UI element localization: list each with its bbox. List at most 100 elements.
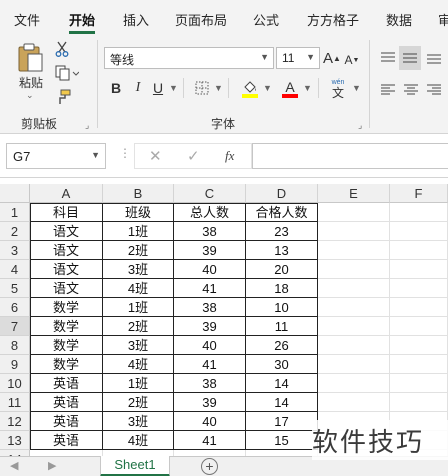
row-header-8[interactable]: 8 — [0, 336, 30, 355]
insert-function-button[interactable]: fx — [225, 148, 234, 164]
cell-f10[interactable] — [390, 374, 448, 393]
row-header-4[interactable]: 4 — [0, 260, 30, 279]
row-header-10[interactable]: 10 — [0, 374, 30, 393]
cell-d7[interactable]: 11 — [246, 317, 318, 336]
cell-d11[interactable]: 14 — [246, 393, 318, 412]
row-header-3[interactable]: 3 — [0, 241, 30, 260]
align-left-icon[interactable] — [378, 80, 398, 100]
cell-e11[interactable] — [318, 393, 390, 412]
cell-f1[interactable] — [390, 203, 448, 222]
add-sheet-button[interactable]: + — [201, 458, 218, 475]
cell-c12[interactable]: 40 — [174, 412, 246, 431]
cell-b6[interactable]: 1班 — [103, 298, 174, 317]
cell-c13[interactable]: 41 — [174, 431, 246, 450]
cell-e7[interactable] — [318, 317, 390, 336]
cell-f4[interactable] — [390, 260, 448, 279]
cell-e6[interactable] — [318, 298, 390, 317]
chevron-down-icon[interactable]: ▼ — [263, 83, 272, 93]
cell-b12[interactable]: 3班 — [103, 412, 174, 431]
cell-a6[interactable]: 数学 — [30, 298, 103, 317]
chevron-down-icon[interactable]: ▼ — [169, 83, 178, 93]
cell-c4[interactable]: 40 — [174, 260, 246, 279]
row-header-2[interactable]: 2 — [0, 222, 30, 241]
cell-e2[interactable] — [318, 222, 390, 241]
paste-button[interactable]: 粘贴 — [19, 74, 43, 91]
cell-b13[interactable]: 4班 — [103, 431, 174, 450]
cell-f3[interactable] — [390, 241, 448, 260]
cell-e8[interactable] — [318, 336, 390, 355]
cell-a2[interactable]: 语文 — [30, 222, 103, 241]
chevron-down-icon[interactable]: ▼ — [352, 83, 361, 93]
cell-a12[interactable]: 英语 — [30, 412, 103, 431]
column-header-e[interactable]: E — [318, 184, 390, 203]
bold-button[interactable]: B — [108, 79, 124, 97]
font-launcher-icon[interactable]: ⌟ — [358, 120, 362, 131]
worksheet-grid[interactable]: A B C D E F 1 科目 班级 总人数 合格人数 2 语文 1班 38 23 3 语文 2班 39 13 4 语文 3… — [0, 184, 448, 469]
cell-d12[interactable]: 17 — [246, 412, 318, 431]
menu-item-formulas[interactable]: 公式 — [253, 10, 279, 29]
cell-e3[interactable] — [318, 241, 390, 260]
cell-e9[interactable] — [318, 355, 390, 374]
cell-c6[interactable]: 38 — [174, 298, 246, 317]
font-size-select[interactable]: 11 ▼ — [276, 47, 320, 69]
align-center-icon[interactable] — [401, 80, 421, 100]
cell-f7[interactable] — [390, 317, 448, 336]
row-header-11[interactable]: 11 — [0, 393, 30, 412]
copy-icon[interactable] — [54, 64, 80, 82]
cell-c9[interactable]: 41 — [174, 355, 246, 374]
chevron-right-icon[interactable]: ▶ — [48, 459, 56, 472]
cell-a4[interactable]: 语文 — [30, 260, 103, 279]
cell-c1[interactable]: 总人数 — [174, 203, 246, 222]
cell-b1[interactable]: 班级 — [103, 203, 174, 222]
menu-item-data[interactable]: 数据 — [386, 10, 412, 29]
cell-b8[interactable]: 3班 — [103, 336, 174, 355]
chevron-left-icon[interactable]: ◀ — [10, 459, 18, 472]
cell-d9[interactable]: 30 — [246, 355, 318, 374]
cut-icon[interactable] — [54, 40, 70, 58]
format-painter-icon[interactable] — [54, 88, 72, 106]
cell-c3[interactable]: 39 — [174, 241, 246, 260]
cell-c11[interactable]: 39 — [174, 393, 246, 412]
chevron-down-icon[interactable]: ⌄ — [26, 90, 34, 101]
cell-a8[interactable]: 数学 — [30, 336, 103, 355]
column-header-f[interactable]: F — [390, 184, 448, 203]
cell-c5[interactable]: 41 — [174, 279, 246, 298]
cell-b5[interactable]: 4班 — [103, 279, 174, 298]
row-header-9[interactable]: 9 — [0, 355, 30, 374]
cell-c2[interactable]: 38 — [174, 222, 246, 241]
resize-handle-icon[interactable]: ⋮ — [119, 146, 131, 160]
cell-a11[interactable]: 英语 — [30, 393, 103, 412]
row-header-1[interactable]: 1 — [0, 203, 30, 222]
cell-a5[interactable]: 语文 — [30, 279, 103, 298]
cell-b3[interactable]: 2班 — [103, 241, 174, 260]
cell-a9[interactable]: 数学 — [30, 355, 103, 374]
cell-a7[interactable]: 数学 — [30, 317, 103, 336]
sheet-tab-sheet1[interactable]: Sheet1 — [100, 456, 170, 476]
cell-b4[interactable]: 3班 — [103, 260, 174, 279]
chevron-down-icon[interactable]: ▼ — [214, 83, 223, 93]
font-name-select[interactable]: 等线 ▼ — [104, 47, 274, 69]
paste-icon[interactable] — [14, 42, 48, 74]
menu-item-insert[interactable]: 插入 — [123, 10, 149, 29]
cell-f8[interactable] — [390, 336, 448, 355]
cell-a1[interactable]: 科目 — [30, 203, 103, 222]
menu-item-page-layout[interactable]: 页面布局 — [175, 10, 227, 29]
column-header-d[interactable]: D — [246, 184, 318, 203]
align-bottom-icon[interactable] — [424, 48, 444, 68]
cell-e1[interactable] — [318, 203, 390, 222]
align-middle-icon[interactable] — [399, 46, 421, 70]
cell-a10[interactable]: 英语 — [30, 374, 103, 393]
menu-item-review[interactable]: 审 — [438, 10, 448, 29]
cell-b10[interactable]: 1班 — [103, 374, 174, 393]
cell-e5[interactable] — [318, 279, 390, 298]
cell-b7[interactable]: 2班 — [103, 317, 174, 336]
italic-button[interactable]: I — [130, 79, 146, 97]
cell-c7[interactable]: 39 — [174, 317, 246, 336]
cell-d1[interactable]: 合格人数 — [246, 203, 318, 222]
underline-button[interactable]: U — [150, 79, 166, 97]
cell-d3[interactable]: 13 — [246, 241, 318, 260]
cell-d2[interactable]: 23 — [246, 222, 318, 241]
menu-item-home[interactable]: 开始 — [69, 10, 95, 29]
phonetic-guide-icon[interactable]: wén 文 — [326, 78, 350, 100]
name-box[interactable]: G7 ▼ — [6, 143, 106, 169]
